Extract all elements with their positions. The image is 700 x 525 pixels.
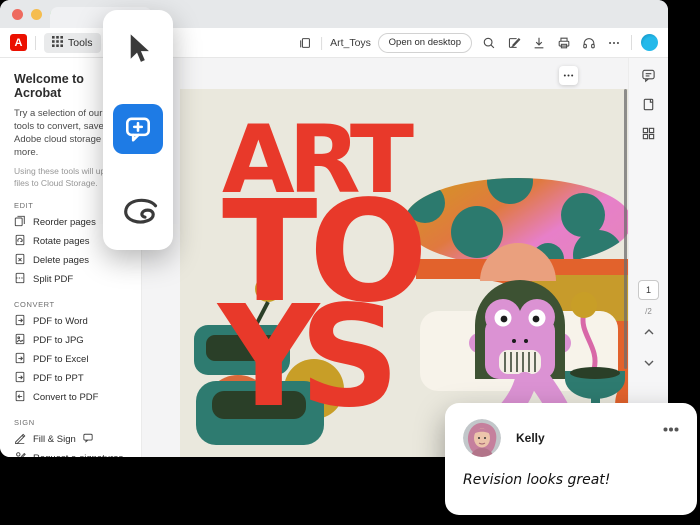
sidebar-item-label: Fill & Sign	[33, 433, 76, 445]
poster-title: ART TO YS	[216, 106, 428, 439]
page-number-box[interactable]: 1	[638, 280, 659, 300]
comment-author: Kelly	[516, 431, 545, 445]
close-window-button[interactable]	[12, 9, 23, 20]
more-icon[interactable]	[606, 35, 622, 51]
sidebar-item-label: PDF to JPG	[33, 334, 84, 346]
document-title: Art_Toys	[330, 37, 371, 49]
ellipsis-icon	[663, 427, 679, 432]
sidebar-item-label: Delete pages	[33, 254, 89, 266]
fill-sign-icon	[14, 432, 26, 447]
pdf-to-ppt-icon	[14, 371, 26, 386]
grid-view-icon[interactable]	[641, 126, 656, 146]
add-comment-tool-button[interactable]	[113, 104, 163, 154]
annotation-toolbar	[103, 10, 173, 250]
grid-icon	[52, 35, 63, 50]
sidebar-item-label: PDF to PPT	[33, 372, 84, 384]
sidebar-item-label: Convert to PDF	[33, 391, 99, 403]
search-icon[interactable]	[481, 35, 497, 51]
page-thumbnails-icon[interactable]	[641, 97, 656, 117]
chevron-up-icon[interactable]	[643, 323, 655, 341]
sidebar-item-label: Split PDF	[33, 273, 74, 285]
request-esignatures-icon	[14, 451, 26, 457]
comments-panel-icon[interactable]	[641, 68, 656, 88]
comment-text: Revision looks great!	[463, 472, 611, 488]
browser-titlebar	[0, 0, 668, 28]
sidebar-item-label: PDF to Word	[33, 315, 88, 327]
sidebar-item-fill-sign[interactable]: Fill & Sign	[14, 430, 129, 449]
print-icon[interactable]	[556, 35, 572, 51]
sidebar-item-label: Reorder pages	[33, 216, 96, 228]
delete-pages-icon	[14, 253, 26, 268]
document-scrollbar[interactable]	[624, 89, 627, 369]
sidebar-item-label: PDF to Excel	[33, 353, 89, 365]
pdf-page-art-toys: ART TO YS	[180, 89, 628, 457]
chevron-down-icon[interactable]	[643, 354, 655, 372]
document-pages-icon[interactable]	[297, 35, 313, 51]
toolbar-divider	[631, 35, 632, 50]
sidebar-item-pdf-to-jpg[interactable]: PDF to JPG	[14, 331, 129, 350]
section-label-convert: CONVERT	[14, 299, 55, 309]
ellipsis-icon	[563, 74, 574, 77]
sidebar-item-delete-pages[interactable]: Delete pages	[14, 251, 129, 270]
pdf-to-word-icon	[14, 314, 26, 329]
tools-button-label: Tools	[68, 36, 93, 49]
download-icon[interactable]	[531, 35, 547, 51]
sidebar-item-request-esignatures[interactable]: Request e-signatures	[14, 449, 129, 457]
acrobat-logo[interactable]: A	[10, 34, 27, 51]
document-viewport: ART TO YS	[142, 58, 628, 457]
rotate-pages-icon	[14, 234, 26, 249]
pdf-to-excel-icon	[14, 352, 26, 367]
split-pdf-icon	[14, 272, 26, 287]
comment-card: Kelly Revision looks great!	[445, 403, 697, 515]
title-divider	[321, 36, 323, 50]
reorder-pages-icon	[14, 215, 26, 230]
select-tool-button[interactable]	[113, 24, 163, 74]
comment-icon	[83, 433, 93, 446]
app-toolbar: A Tools Art_Toys Open on desktop	[0, 28, 668, 58]
sidebar-item-convert-to-pdf[interactable]: Convert to PDF	[14, 388, 129, 407]
sidebar-item-pdf-to-ppt[interactable]: PDF to PPT	[14, 369, 129, 388]
cursor-icon	[130, 34, 149, 62]
avatar	[463, 419, 501, 457]
page-total-label: /2	[645, 307, 652, 316]
scribble-icon	[124, 198, 158, 224]
browser-window: A Tools Art_Toys Open on desktop Welcome…	[0, 0, 668, 457]
toolbar-divider	[35, 35, 36, 50]
minimize-window-button[interactable]	[31, 9, 42, 20]
page-options-button[interactable]	[559, 66, 578, 85]
read-aloud-icon[interactable]	[581, 35, 597, 51]
user-avatar[interactable]	[641, 34, 658, 51]
sidebar-item-pdf-to-excel[interactable]: PDF to Excel	[14, 350, 129, 369]
section-label-sign: SIGN	[14, 417, 35, 427]
tools-button[interactable]: Tools	[44, 32, 101, 53]
open-on-desktop-button[interactable]: Open on desktop	[377, 32, 472, 53]
comment-plus-icon	[126, 117, 150, 142]
draw-tool-button[interactable]	[113, 186, 163, 236]
sign-icon[interactable]	[506, 35, 522, 51]
screenshot-stage: A Tools Art_Toys Open on desktop Welcome…	[0, 0, 700, 525]
sidebar-item-label: Request e-signatures	[33, 453, 123, 457]
sidebar-item-split-pdf[interactable]: Split PDF	[14, 270, 129, 289]
sidebar-item-label: Rotate pages	[33, 235, 90, 247]
sidebar-item-pdf-to-word[interactable]: PDF to Word	[14, 312, 129, 331]
pdf-to-jpg-icon	[14, 333, 26, 348]
poster-line3: YS	[216, 276, 400, 439]
right-rail: 1 /2	[628, 58, 668, 457]
convert-to-pdf-icon	[14, 390, 26, 405]
comment-menu-button[interactable]	[663, 423, 679, 433]
